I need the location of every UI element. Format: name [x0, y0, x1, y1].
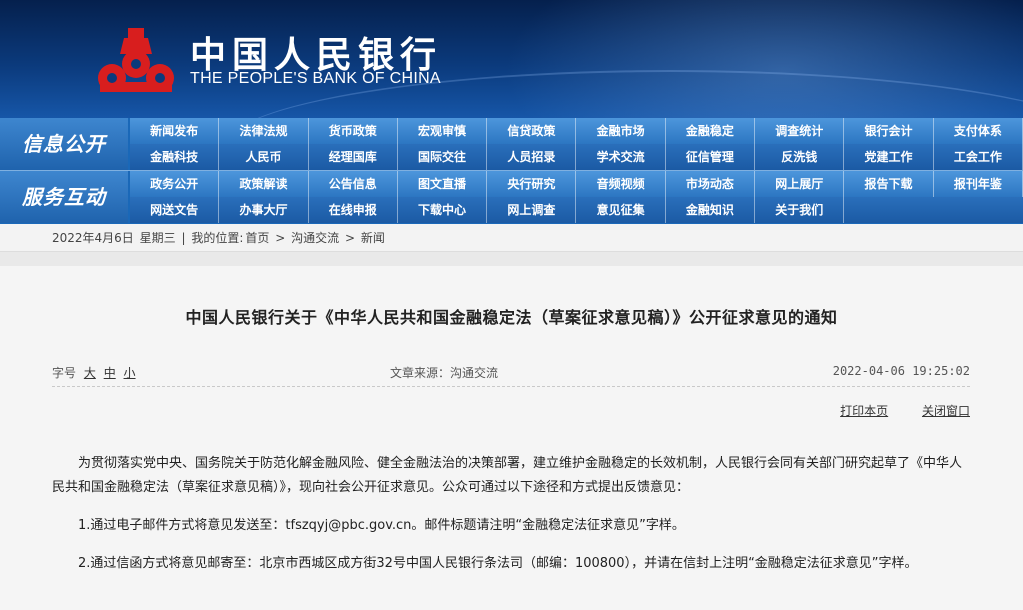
font-size-small-link[interactable]: 小: [124, 366, 136, 380]
current-date: 2022年4月6日: [52, 231, 134, 245]
article-paragraph: 1.通过电子邮件方式将意见发送至：tfszqyj@pbc.gov.cn。邮件标题…: [78, 518, 685, 533]
breadcrumb-arrow: >: [275, 231, 286, 245]
nav-item[interactable]: 调查统计: [755, 118, 845, 144]
nav-item[interactable]: 报刊年鉴: [934, 171, 1023, 197]
font-size-medium-link[interactable]: 中: [104, 366, 116, 380]
location-label: 我的位置:: [191, 231, 244, 245]
nav-item[interactable]: 在线申报: [309, 197, 398, 223]
nav-item[interactable]: 宏观审慎: [398, 118, 488, 144]
nav-item[interactable]: 经理国库: [309, 144, 398, 170]
nav-item[interactable]: 国际交往: [398, 144, 488, 170]
article-body: 为贯彻落实党中央、国务院关于防范化解金融风险、健全金融法治的决策部署，建立维护金…: [52, 452, 970, 590]
nav-item[interactable]: 报告下载: [844, 171, 934, 197]
nav-item[interactable]: 学术交流: [576, 144, 666, 170]
article-paragraph: 为贯彻落实党中央、国务院关于防范化解金融风险、健全金融法治的决策部署，建立维护金…: [52, 456, 963, 495]
breadcrumb-level1-link[interactable]: 沟通交流: [291, 231, 339, 245]
meta-divider: [52, 386, 970, 387]
nav-item[interactable]: 法律法规: [219, 118, 309, 144]
nav-item[interactable]: 支付体系: [934, 118, 1023, 144]
nav-row: 新闻发布 法律法规 货币政策 宏观审慎 信贷政策 金融市场 金融稳定 调查统计 银行会计 支付体系: [130, 118, 1023, 144]
breadcrumb-bar: 2022年4月6日 星期三 | 我的位置: 首页 > 沟通交流 > 新闻: [0, 224, 1023, 252]
nav-item[interactable]: 金融科技: [130, 144, 220, 170]
nav-item[interactable]: 意见征集: [576, 197, 666, 223]
nav-section-service: 服务互动 政务公开 政策解读 公告信息 图文直播 央行研究 音频视频 市场动态 网上展厅 报告下…: [0, 171, 1023, 223]
main-nav: 信息公开 新闻发布 法律法规 货币政策 宏观审慎 信贷政策 金融市场 金融稳定 调查统计 银行会…: [0, 118, 1023, 224]
nav-section-label-service[interactable]: 服务互动: [0, 171, 128, 223]
nav-item[interactable]: 人员招录: [487, 144, 577, 170]
nav-item[interactable]: 金融稳定: [666, 118, 756, 144]
nav-item[interactable]: 图文直播: [398, 171, 488, 197]
article-datetime: 2022-04-06 19:25:02: [832, 364, 970, 378]
breadcrumb: 2022年4月6日 星期三 | 我的位置: 首页 > 沟通交流 > 新闻: [52, 224, 387, 252]
nav-grid-service: 政务公开 政策解读 公告信息 图文直播 央行研究 音频视频 市场动态 网上展厅 报告下载 报刊年鉴…: [130, 171, 1023, 223]
breadcrumb-home-link[interactable]: 首页: [245, 231, 269, 245]
article-container: 中国人民银行关于《中华人民共和国金融稳定法（草案征求意见稿）》公开征求意见的通知…: [0, 266, 1023, 610]
font-size-controls: 字号 大 中 小: [52, 364, 136, 381]
print-page-link[interactable]: 打印本页: [840, 404, 888, 418]
nav-section-label-info[interactable]: 信息公开: [0, 118, 128, 170]
nav-item[interactable]: 政策解读: [219, 171, 309, 197]
nav-item[interactable]: 下载中心: [398, 197, 488, 223]
nav-item[interactable]: 政务公开: [130, 171, 220, 197]
nav-item[interactable]: 反洗钱: [755, 144, 845, 170]
nav-item[interactable]: 网上展厅: [755, 171, 845, 197]
nav-row: 金融科技 人民币 经理国库 国际交往 人员招录 学术交流 征信管理 反洗钱 党建工作 工会工作: [130, 144, 1023, 170]
nav-item[interactable]: 央行研究: [487, 171, 577, 197]
breadcrumb-separator: |: [181, 231, 186, 245]
nav-item[interactable]: 市场动态: [666, 171, 756, 197]
nav-item[interactable]: 办事大厅: [219, 197, 309, 223]
nav-item[interactable]: 音频视频: [576, 171, 666, 197]
font-size-label: 字号: [52, 366, 77, 380]
font-size-large-link[interactable]: 大: [84, 366, 96, 380]
nav-item[interactable]: 关于我们: [755, 197, 845, 223]
nav-grid-info: 新闻发布 法律法规 货币政策 宏观审慎 信贷政策 金融市场 金融稳定 调查统计 银行会计 支付体系…: [130, 118, 1023, 170]
nav-item[interactable]: 网送文告: [130, 197, 220, 223]
close-window-link[interactable]: 关闭窗口: [922, 404, 970, 418]
breadcrumb-level2-link[interactable]: 新闻: [361, 231, 385, 245]
article-paragraph: 2.通过信函方式将意见邮寄至：北京市西城区成方街32号中国人民银行条法司（邮编：…: [78, 556, 918, 571]
nav-item[interactable]: 征信管理: [666, 144, 756, 170]
current-weekday: 星期三: [139, 231, 176, 245]
article-actions: 打印本页 关闭窗口: [810, 402, 970, 419]
pboc-logo-icon[interactable]: [96, 26, 176, 94]
nav-item[interactable]: 党建工作: [844, 144, 934, 170]
site-header: 中国人民银行 THE PEOPLE'S BANK OF CHINA: [0, 0, 1023, 118]
nav-item[interactable]: 网上调查: [487, 197, 577, 223]
nav-item[interactable]: 工会工作: [934, 144, 1023, 170]
nav-item[interactable]: 新闻发布: [130, 118, 220, 144]
nav-item[interactable]: 信贷政策: [487, 118, 577, 144]
nav-section-info: 信息公开 新闻发布 法律法规 货币政策 宏观审慎 信贷政策 金融市场 金融稳定 调查统计 银行会…: [0, 118, 1023, 170]
breadcrumb-arrow: >: [344, 231, 356, 245]
article-title: 中国人民银行关于《中华人民共和国金融稳定法（草案征求意见稿）》公开征求意见的通知: [185, 308, 838, 327]
brand-name-en: THE PEOPLE'S BANK OF CHINA: [190, 70, 441, 87]
nav-row: 网送文告 办事大厅 在线申报 下载中心 网上调查 意见征集 金融知识 关于我们: [130, 197, 1023, 223]
article-meta: 字号 大 中 小 文章来源：沟通交流 2022-04-06 19:25:02: [52, 364, 970, 382]
nav-item[interactable]: 人民币: [219, 144, 309, 170]
nav-item[interactable]: 金融知识: [666, 197, 756, 223]
article-source: 文章来源：沟通交流: [390, 366, 499, 380]
nav-item[interactable]: 公告信息: [309, 171, 398, 197]
nav-row: 政务公开 政策解读 公告信息 图文直播 央行研究 音频视频 市场动态 网上展厅 报告下载 报刊年鉴: [130, 171, 1023, 197]
nav-item[interactable]: 银行会计: [844, 118, 934, 144]
nav-item[interactable]: 金融市场: [576, 118, 666, 144]
nav-item[interactable]: 货币政策: [309, 118, 398, 144]
